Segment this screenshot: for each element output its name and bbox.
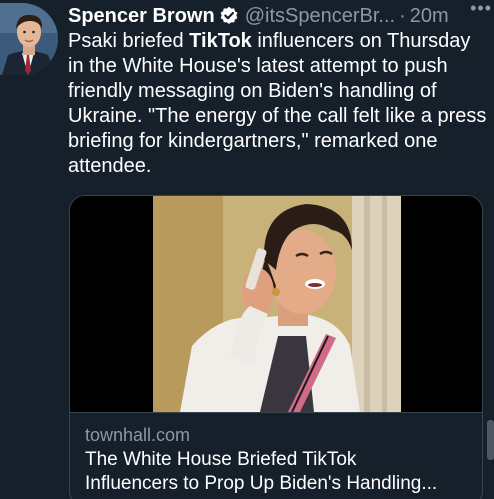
tweet-text-bold: TikTok xyxy=(189,30,252,52)
tweet-text-part1: Psaki briefed xyxy=(68,30,190,52)
tweet-header: Spencer Brown @itsSpencerBr... · 20m xyxy=(68,3,488,29)
tweet[interactable]: Spencer Brown @itsSpencerBr... · 20m •••… xyxy=(0,0,494,499)
card-domain: townhall.com xyxy=(85,425,191,445)
separator-dot: · xyxy=(399,4,406,27)
author-handle[interactable]: @itsSpencerBr... xyxy=(245,5,395,28)
tweet-text-part2: influencers on Thursday in the White Hou… xyxy=(68,30,487,177)
card-title-line-2: Influencers to Prop Up Biden's Handling.… xyxy=(85,473,438,494)
tweet-timestamp[interactable]: 20m xyxy=(410,5,449,28)
link-card[interactable]: townhall.com The White House Briefed Tik… xyxy=(69,195,483,499)
more-options-icon[interactable]: ••• xyxy=(470,0,492,19)
scrollbar[interactable] xyxy=(487,420,494,460)
card-image[interactable] xyxy=(70,196,482,413)
avatar[interactable] xyxy=(0,3,58,75)
verified-badge-icon xyxy=(219,6,239,26)
card-title-line-1: The White House Briefed TikTok xyxy=(85,449,357,470)
card-title[interactable]: The White House Briefed TikTok Influence… xyxy=(85,448,475,496)
tweet-text: Psaki briefed TikTok influencers on Thur… xyxy=(68,29,488,179)
author-name[interactable]: Spencer Brown xyxy=(68,5,215,28)
